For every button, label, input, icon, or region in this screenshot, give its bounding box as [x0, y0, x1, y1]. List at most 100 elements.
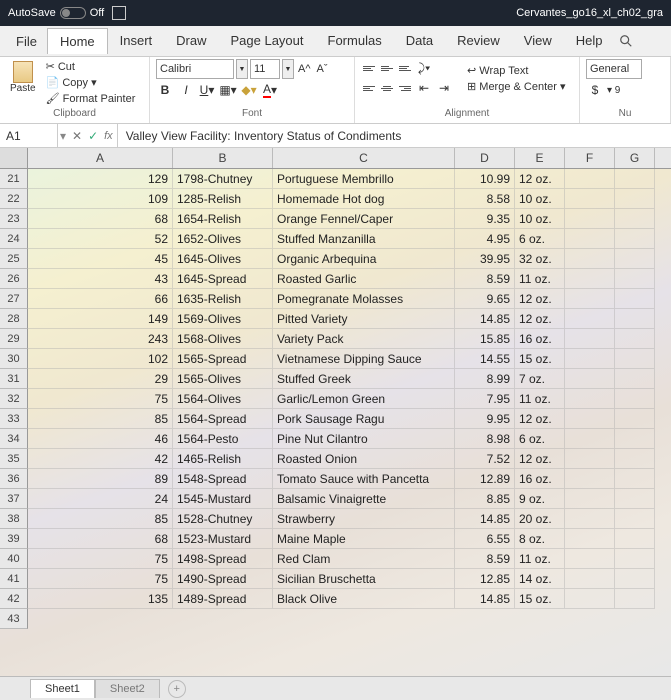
row-header[interactable]: 22 [0, 189, 28, 209]
cell[interactable] [565, 169, 615, 189]
cut-button[interactable]: ✂ Cut [42, 59, 140, 74]
cell[interactable] [565, 309, 615, 329]
cell[interactable]: 7.52 [455, 449, 515, 469]
row-header[interactable]: 32 [0, 389, 28, 409]
cell[interactable]: 1635-Relish [173, 289, 273, 309]
cell[interactable] [615, 349, 655, 369]
cell[interactable]: 8.58 [455, 189, 515, 209]
cell[interactable]: 8.85 [455, 489, 515, 509]
cell[interactable]: Red Clam [273, 549, 455, 569]
orientation-button[interactable]: ⤸▾ [415, 59, 433, 77]
cell[interactable] [615, 329, 655, 349]
cell[interactable]: 10.99 [455, 169, 515, 189]
cell[interactable]: 52 [28, 229, 173, 249]
cell[interactable] [565, 489, 615, 509]
row-header[interactable]: 29 [0, 329, 28, 349]
cell[interactable]: 1569-Olives [173, 309, 273, 329]
tab-page-layout[interactable]: Page Layout [219, 28, 316, 54]
cell[interactable]: 135 [28, 589, 173, 609]
chevron-down-icon[interactable]: ▼ [282, 59, 294, 79]
cancel-formula-icon[interactable]: ✕ [72, 129, 82, 143]
cell[interactable]: 1564-Olives [173, 389, 273, 409]
row-header[interactable]: 43 [0, 609, 28, 629]
cell[interactable]: 1528-Chutney [173, 509, 273, 529]
cell[interactable]: Stuffed Greek [273, 369, 455, 389]
column-header[interactable]: A [28, 148, 173, 168]
cell[interactable]: 6.55 [455, 529, 515, 549]
autosave-toggle[interactable]: AutoSave Off [8, 7, 104, 19]
cell[interactable]: 1654-Relish [173, 209, 273, 229]
cell[interactable]: 12 oz. [515, 449, 565, 469]
cell[interactable]: 9 oz. [515, 489, 565, 509]
cell[interactable]: 8.98 [455, 429, 515, 449]
font-size-select[interactable]: 11 [250, 59, 280, 79]
cell[interactable]: Sicilian Bruschetta [273, 569, 455, 589]
cell[interactable]: 12.85 [455, 569, 515, 589]
indent-dec-button[interactable]: ⇤ [415, 79, 433, 97]
cell[interactable] [615, 209, 655, 229]
cell[interactable]: 75 [28, 569, 173, 589]
cell[interactable]: 29 [28, 369, 173, 389]
cell[interactable]: Pomegranate Molasses [273, 289, 455, 309]
cell[interactable] [615, 449, 655, 469]
cell[interactable]: 20 oz. [515, 509, 565, 529]
cell[interactable] [565, 269, 615, 289]
cell[interactable]: 1545-Mustard [173, 489, 273, 509]
align-top-button[interactable] [361, 61, 377, 75]
borders-button[interactable]: ▦▾ [219, 81, 237, 99]
row-header[interactable]: 42 [0, 589, 28, 609]
cell[interactable]: 1645-Olives [173, 249, 273, 269]
cell[interactable]: Pork Sausage Ragu [273, 409, 455, 429]
row-header[interactable]: 28 [0, 309, 28, 329]
cell[interactable] [565, 549, 615, 569]
row-header[interactable]: 21 [0, 169, 28, 189]
cell[interactable]: 15.85 [455, 329, 515, 349]
wrap-text-button[interactable]: ↩ Wrap Text [463, 63, 570, 78]
cell[interactable]: 6 oz. [515, 229, 565, 249]
cell[interactable]: Stuffed Manzanilla [273, 229, 455, 249]
row-header[interactable]: 39 [0, 529, 28, 549]
cell[interactable]: 12 oz. [515, 289, 565, 309]
cell[interactable]: 15 oz. [515, 589, 565, 609]
cell[interactable]: 89 [28, 469, 173, 489]
cell[interactable]: 85 [28, 409, 173, 429]
cell[interactable]: 12 oz. [515, 409, 565, 429]
cell[interactable] [615, 189, 655, 209]
cell[interactable]: 45 [28, 249, 173, 269]
cell[interactable] [565, 409, 615, 429]
cell[interactable] [565, 569, 615, 589]
cell[interactable]: 243 [28, 329, 173, 349]
cell[interactable] [615, 229, 655, 249]
cell[interactable] [615, 469, 655, 489]
format-painter-button[interactable]: 🖌 Format Painter [42, 91, 140, 106]
cell[interactable]: 66 [28, 289, 173, 309]
cell[interactable]: Balsamic Vinaigrette [273, 489, 455, 509]
cell[interactable] [565, 329, 615, 349]
cell[interactable] [565, 289, 615, 309]
cell[interactable]: 1285-Relish [173, 189, 273, 209]
cell[interactable]: 46 [28, 429, 173, 449]
cell[interactable]: 12 oz. [515, 309, 565, 329]
cell[interactable]: 8.59 [455, 549, 515, 569]
enter-formula-icon[interactable]: ✓ [88, 129, 98, 143]
cell[interactable]: Roasted Onion [273, 449, 455, 469]
cell[interactable]: Pitted Variety [273, 309, 455, 329]
cell[interactable] [565, 449, 615, 469]
cell[interactable]: 14.85 [455, 509, 515, 529]
cell[interactable]: 68 [28, 209, 173, 229]
font-name-select[interactable]: Calibri [156, 59, 234, 79]
cell[interactable]: 14.85 [455, 309, 515, 329]
cell[interactable] [615, 249, 655, 269]
tab-review[interactable]: Review [445, 28, 512, 54]
cell[interactable]: Tomato Sauce with Pancetta [273, 469, 455, 489]
row-header[interactable]: 40 [0, 549, 28, 569]
align-right-button[interactable] [397, 81, 413, 95]
cell[interactable]: 14.55 [455, 349, 515, 369]
fx-icon[interactable]: fx [104, 130, 113, 142]
align-middle-button[interactable] [379, 61, 395, 75]
cell[interactable]: 11 oz. [515, 389, 565, 409]
row-header[interactable]: 24 [0, 229, 28, 249]
cell[interactable] [565, 209, 615, 229]
cell[interactable] [615, 169, 655, 189]
align-bottom-button[interactable] [397, 61, 413, 75]
